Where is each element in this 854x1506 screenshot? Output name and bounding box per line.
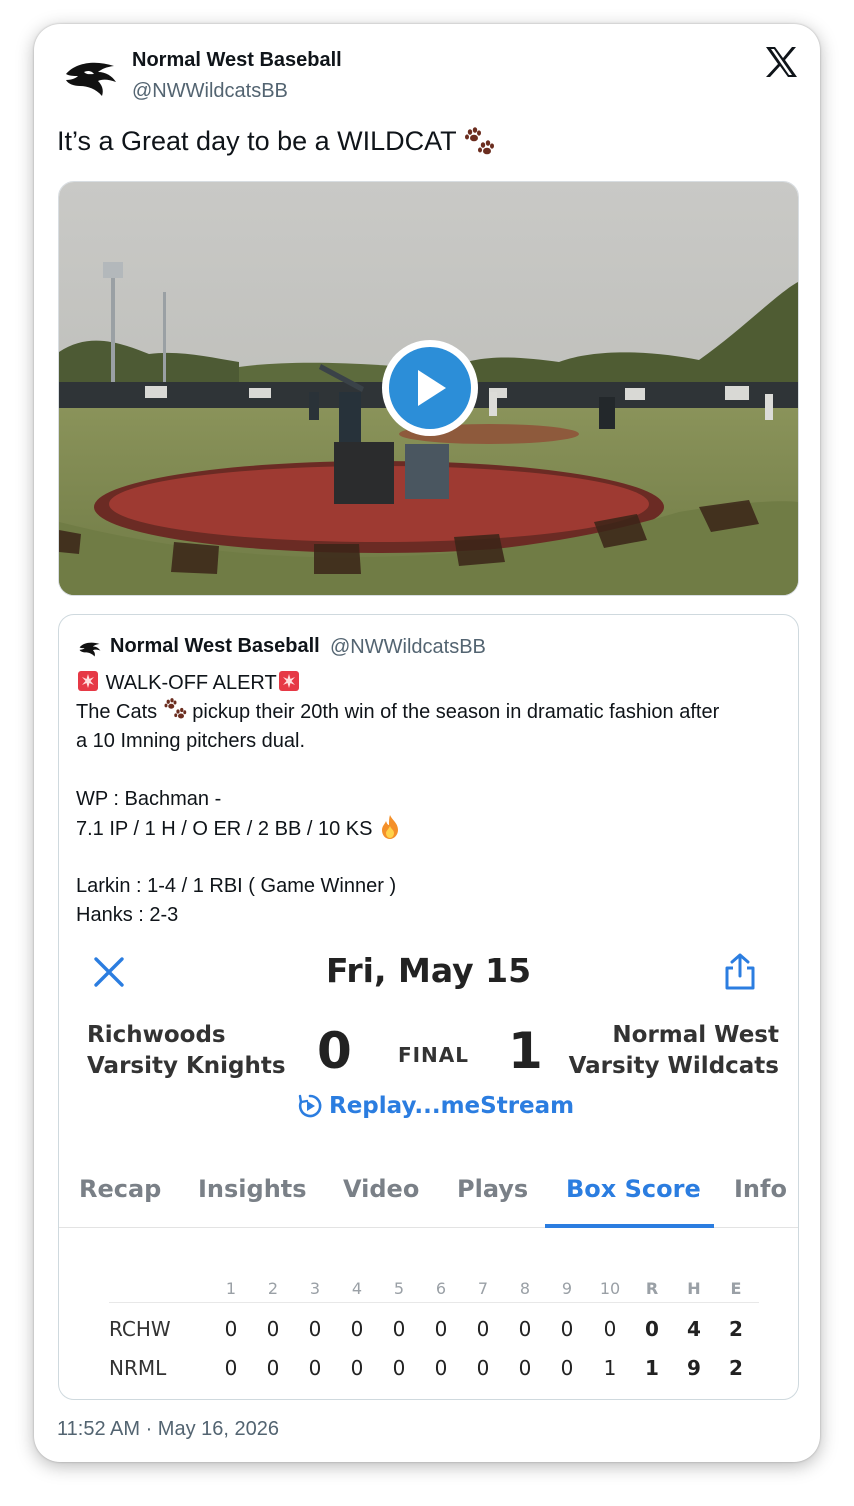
table-row: NRML 0 0 0 0 0 0 0 0 0 1 1 9 2 [59,1356,798,1386]
box-score-cell: 0 [224,1317,238,1341]
quoted-author-name: Normal West Baseball [110,635,320,657]
box-score-cell: 0 [434,1317,448,1341]
box-score-column-header: 5 [393,1279,405,1298]
box-score-column-header: H [687,1279,701,1298]
quoted-text-line: Hanks : 2-3 [76,904,179,926]
game-tabs: Recap Insights Video Plays Box Score Inf… [59,1165,798,1228]
box-score-cell: 0 [518,1356,532,1380]
game-date: Fri, May 15 [325,951,532,990]
tweet-timestamp[interactable]: 11:52 AM · May 16, 2026 [57,1418,279,1441]
author-handle[interactable]: @NWWildcatsBB [132,80,288,103]
rotating-light-icon [78,671,98,691]
quoted-author-handle: @NWWildcatsBB [330,636,486,658]
quoted-text-line: a 10 Imning pitchers dual. [76,730,306,752]
share-icon[interactable] [721,952,759,992]
box-score-cell: 0 [350,1317,364,1341]
quoted-text-line: 7.1 IP / 1 H / O ER / 2 BB / 10 KS [76,818,373,840]
tab-video[interactable]: Video [343,1175,419,1203]
box-score-cell: 0 [392,1356,406,1380]
video-player[interactable] [58,181,799,596]
box-score-cell: 1 [645,1356,659,1380]
box-score-cell: 0 [645,1317,659,1341]
box-score-cell: 4 [687,1317,701,1341]
box-score-column-header: E [730,1279,742,1298]
tab-info[interactable]: Info [734,1175,787,1203]
box-score-cell: 0 [560,1356,574,1380]
paw-prints-icon [464,127,494,155]
box-score-column-header: 6 [435,1279,447,1298]
box-score-cell: 0 [266,1317,280,1341]
quoted-text-line: pickup their 20th win of the season in d… [192,701,720,723]
box-score-column-header: 4 [351,1279,363,1298]
box-score-cell: 0 [603,1317,617,1341]
quoted-text-line: The Cats [76,701,158,723]
tab-box-score[interactable]: Box Score [566,1175,701,1203]
active-tab-indicator [545,1224,714,1228]
box-score-cell: 0 [224,1356,238,1380]
quoted-tweet[interactable]: Normal West Baseball @NWWildcatsBB WALK-… [58,614,799,1400]
wildcat-logo-avatar-small [79,642,101,657]
box-score-cell: 0 [350,1356,364,1380]
box-score-cell: 1 [603,1356,617,1380]
x-logo-icon[interactable] [764,46,798,78]
box-score-cell: 0 [518,1317,532,1341]
box-score-cell: 0 [308,1317,322,1341]
box-score-column-header: 7 [477,1279,489,1298]
quoted-text-line: Larkin : 1-4 / 1 RBI ( Game Winner ) [76,875,397,897]
box-score-cell: 0 [266,1356,280,1380]
box-score-column-header: 1 [225,1279,237,1298]
replay-link[interactable]: Replay...meStream [297,1093,574,1119]
box-score-header: 1 2 3 4 5 6 7 8 9 10 R H E [59,1279,798,1309]
paw-prints-icon [164,698,186,719]
play-icon [418,370,446,406]
replay-icon [298,1094,322,1118]
tab-plays[interactable]: Plays [457,1175,528,1203]
fire-icon [382,815,398,839]
tab-insights[interactable]: Insights [198,1175,307,1203]
box-score-cell: 0 [434,1356,448,1380]
play-button[interactable] [382,340,478,436]
box-score-column-header: 8 [519,1279,531,1298]
scoreboard-image: Fri, May 15 Richwoods Varsity Knights 0 … [59,940,798,1399]
rotating-light-icon [278,671,299,691]
table-row: RCHW 0 0 0 0 0 0 0 0 0 0 0 4 2 [59,1317,798,1347]
home-team: Normal West Varsity Wildcats [569,1020,779,1082]
box-score-cell: 0 [560,1317,574,1341]
tweet-text: It’s a Great day to be a WILDCAT [57,126,495,159]
box-score-column-header: 3 [309,1279,321,1298]
home-team-name: Normal West [612,1022,779,1048]
box-score-cell: 9 [687,1356,701,1380]
box-score-column-header: 10 [599,1279,621,1298]
replay-label: Replay...meStream [329,1093,575,1119]
tab-recap[interactable]: Recap [79,1175,161,1203]
box-score-cell: 2 [729,1317,743,1341]
author-name[interactable]: Normal West Baseball [132,49,342,72]
tweet-card: Normal West Baseball @NWWildcatsBB It’s … [34,24,820,1462]
box-score-cell: 0 [476,1317,490,1341]
row-team: NRML [109,1356,167,1380]
walk-off-alert-text: WALK-OFF ALERT [105,672,277,694]
box-score-cell: 0 [476,1356,490,1380]
home-team-level: Varsity Wildcats [568,1053,779,1079]
box-score-column-header: 9 [561,1279,573,1298]
box-score-cell: 2 [729,1356,743,1380]
quoted-text-line: WP : Bachman - [76,788,222,810]
box-score-column-header: R [645,1279,659,1298]
box-score-divider [109,1302,759,1303]
box-score-cell: 0 [392,1317,406,1341]
wildcat-logo-avatar[interactable] [62,54,120,102]
box-score-column-header: 2 [267,1279,279,1298]
quoted-tweet-body: WALK-OFF ALERT The Cats pickup their 20t… [76,669,786,930]
home-score: 1 [508,1022,543,1080]
row-team: RCHW [109,1317,171,1341]
box-score-cell: 0 [308,1356,322,1380]
